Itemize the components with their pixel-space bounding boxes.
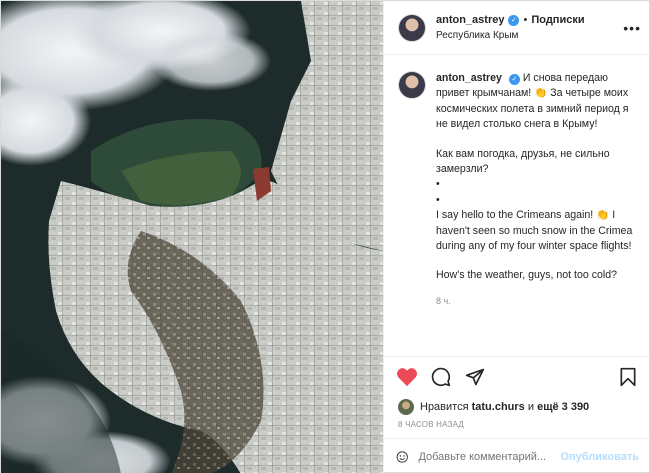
caption-verified-icon: ✓ [508, 74, 520, 85]
post-caption: anton_astrey ✓ И снова передаю привет кр… [398, 71, 637, 309]
post-header: anton_astrey ✓ • Подписки Республика Кры… [384, 1, 650, 55]
header-separator: • [523, 13, 528, 26]
publish-button[interactable]: Опубликовать [560, 451, 639, 463]
bookmark-icon [620, 367, 636, 386]
liker-username[interactable]: tatu.churs [472, 401, 525, 413]
caption-bullet-1: • [436, 178, 440, 191]
caption-body: anton_astrey ✓ И снова передаю привет кр… [436, 71, 637, 309]
comment-input[interactable] [418, 450, 561, 463]
instagram-post: anton_astrey ✓ • Подписки Республика Кры… [0, 0, 650, 473]
post-sidebar: anton_astrey ✓ • Подписки Республика Кры… [383, 1, 650, 473]
comment-button[interactable] [430, 366, 452, 388]
more-options-icon[interactable]: ••• [623, 20, 641, 36]
send-icon [465, 368, 485, 385]
verified-badge-icon: ✓ [508, 14, 520, 26]
caption-ru-paragraph-1: anton_astrey ✓ И снова передаю привет кр… [436, 71, 637, 133]
likes-prefix: Нравится [420, 401, 469, 413]
caption-text-en-2: How's the weather, guys, not too cold? [436, 269, 618, 282]
likes-count-link[interactable]: ещё 3 390 [537, 401, 589, 413]
caption-bullet-2: • [436, 193, 440, 206]
likes-and: и [527, 401, 535, 413]
comment-icon [431, 367, 451, 386]
add-comment-bar: Опубликовать [384, 438, 650, 473]
caption-text-ru-2: Как вам погодка, друзья, не сильно замер… [436, 147, 613, 176]
comments-area: anton_astrey ✓ И снова передаю привет кр… [384, 55, 650, 356]
header-user-line: anton_astrey ✓ • Подписки [436, 13, 585, 28]
post-image-satellite[interactable] [1, 1, 383, 473]
share-button[interactable] [464, 366, 486, 388]
caption-text-en-1: I say hello to the Crimeans again! 👏 I h… [436, 209, 636, 253]
likes-summary: Нравится tatu.churs и ещё 3 390 [384, 396, 650, 418]
emoji-icon[interactable] [396, 447, 408, 467]
save-button[interactable] [617, 366, 639, 388]
follow-status-button[interactable]: Подписки [531, 13, 584, 28]
liker-avatar[interactable] [398, 399, 414, 415]
header-text: anton_astrey ✓ • Подписки Республика Кры… [436, 13, 585, 43]
author-avatar[interactable] [398, 13, 426, 42]
like-button[interactable] [396, 366, 418, 388]
satellite-crimea-image [1, 1, 383, 473]
heart-filled-icon [397, 367, 417, 386]
post-location[interactable]: Республика Крым [436, 28, 585, 43]
caption-author-avatar[interactable] [398, 71, 426, 99]
caption-username[interactable]: anton_astrey [436, 72, 502, 84]
caption-time[interactable]: 8 ч. [436, 294, 637, 309]
post-date[interactable]: 8 часов назад [384, 418, 650, 438]
action-bar [384, 356, 650, 396]
author-username[interactable]: anton_astrey [436, 13, 504, 28]
